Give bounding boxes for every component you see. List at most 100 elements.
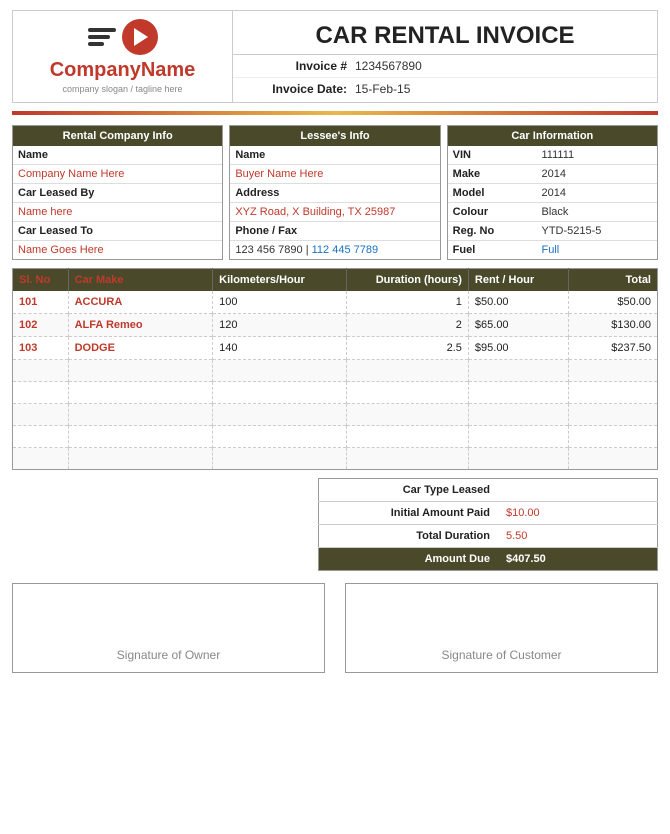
company-name-part1: Company [50,59,141,81]
item-rent-1: $50.00 [468,291,568,314]
ls-phone2: 112 445 7789 [312,244,378,256]
total-label-due: Amount Due [319,548,498,571]
rc-label-leased-to: Car Leased To [13,222,222,241]
logo-section: CompanyName company slogan / tagline her… [13,11,233,102]
company-name: CompanyName [50,59,196,82]
ls-row-4: XYZ Road, X Building, TX 25987 [230,203,439,222]
total-row-due: Amount Due $407.50 [319,548,658,571]
ls-phone1: 123 456 7890 [235,244,302,256]
invoice-number-value: 1234567890 [355,59,422,73]
logo-icon [88,19,158,55]
rc-row-5: Car Leased To [13,222,222,241]
car-info-box: Car Information VIN 111111 Make 2014 Mod… [447,125,658,260]
ci-row-regno: Reg. No YTD-5215-5 [448,222,657,241]
rental-company-table: Name Company Name Here Car Leased By Nam… [13,146,222,259]
ci-row-vin: VIN 111111 [448,146,657,165]
logo-line-2 [88,35,110,39]
item-rent-2: $65.00 [468,314,568,337]
play-icon [134,28,148,46]
rc-value-company: Company Name Here [13,165,222,184]
ci-key-fuel: Fuel [448,241,537,260]
ls-label-name: Name [230,146,439,165]
ls-row-2: Buyer Name Here [230,165,439,184]
total-label-duration: Total Duration [319,525,498,548]
item-kmh-3: 140 [213,337,346,360]
item-row-empty-1 [13,360,658,382]
ls-row-5: Phone / Fax [230,222,439,241]
invoice-date-value: 15-Feb-15 [355,82,410,96]
items-header-row: Sl. No Car Make Kilometers/Hour Duration… [13,269,658,292]
ls-value-name: Buyer Name Here [230,165,439,184]
invoice-date-label: Invoice Date: [245,82,355,96]
total-row-initial: Initial Amount Paid $10.00 [319,502,658,525]
company-name-part2: Name [141,59,195,81]
item-sl-1: 101 [13,291,69,314]
total-row-duration: Total Duration 5.50 [319,525,658,548]
invoice-fields: Invoice # 1234567890 Invoice Date: 15-Fe… [233,55,657,100]
ls-value-phone: 123 456 7890 | 112 445 7789 [230,241,439,260]
invoice-number-row: Invoice # 1234567890 [233,55,657,78]
totals-section: Car Type Leased Initial Amount Paid $10.… [12,478,658,571]
total-value-initial: $10.00 [498,502,658,525]
ci-key-model: Model [448,184,537,203]
lessee-header: Lessee's Info [230,126,439,146]
item-rent-3: $95.00 [468,337,568,360]
car-info-header: Car Information [448,126,657,146]
lessee-table: Name Buyer Name Here Address XYZ Road, X… [230,146,439,259]
th-kmh: Kilometers/Hour [213,269,346,292]
ci-row-fuel: Fuel Full [448,241,657,260]
item-total-3: $237.50 [568,337,657,360]
header-title: CAR RENTAL INVOICE Invoice # 1234567890 … [233,11,657,102]
total-label-car-type: Car Type Leased [319,479,498,502]
item-kmh-1: 100 [213,291,346,314]
item-dur-3: 2.5 [346,337,468,360]
ls-row-1: Name [230,146,439,165]
ci-val-model: 2014 [537,184,657,203]
ci-val-fuel: Full [537,241,657,260]
rc-value-leased-to: Name Goes Here [13,241,222,260]
header: CompanyName company slogan / tagline her… [12,10,658,103]
item-sl-2: 102 [13,314,69,337]
items-section: Sl. No Car Make Kilometers/Hour Duration… [12,268,658,470]
page: CompanyName company slogan / tagline her… [0,0,670,683]
accent-bar [12,111,658,115]
logo-lines [88,28,116,46]
company-slogan: company slogan / tagline here [62,84,182,94]
ls-label-phone: Phone / Fax [230,222,439,241]
signature-customer-label: Signature of Customer [441,648,561,662]
ci-val-vin: 111111 [537,146,657,165]
ci-key-vin: VIN [448,146,537,165]
item-row-empty-3 [13,404,658,426]
car-info-table: VIN 111111 Make 2014 Model 2014 Colour B… [448,146,657,259]
items-body: 101 ACCURA 100 1 $50.00 $50.00 102 ALFA … [13,291,658,470]
item-row-empty-4 [13,426,658,448]
item-make-1: ACCURA [68,291,213,314]
item-total-2: $130.00 [568,314,657,337]
rc-row-3: Car Leased By [13,184,222,203]
item-dur-1: 1 [346,291,468,314]
th-dur: Duration (hours) [346,269,468,292]
logo-line-1 [88,28,116,32]
total-label-initial: Initial Amount Paid [319,502,498,525]
rc-row-1: Name [13,146,222,165]
ls-label-address: Address [230,184,439,203]
ls-row-6: 123 456 7890 | 112 445 7789 [230,241,439,260]
rc-label-1: Name [13,146,222,165]
th-total: Total [568,269,657,292]
invoice-title: CAR RENTAL INVOICE [233,14,657,55]
rental-company-box: Rental Company Info Name Company Name He… [12,125,223,260]
lessee-box: Lessee's Info Name Buyer Name Here Addre… [229,125,440,260]
ci-key-make: Make [448,165,537,184]
item-make-3: DODGE [68,337,213,360]
totals-table: Car Type Leased Initial Amount Paid $10.… [318,478,658,571]
signature-owner-box: Signature of Owner [12,583,325,673]
signature-owner-label: Signature of Owner [117,648,220,662]
total-value-car-type [498,479,658,502]
ci-key-colour: Colour [448,203,537,222]
ls-row-3: Address [230,184,439,203]
ci-row-colour: Colour Black [448,203,657,222]
item-kmh-2: 120 [213,314,346,337]
rc-label-leased-by: Car Leased By [13,184,222,203]
signature-section: Signature of Owner Signature of Customer [12,583,658,673]
ci-val-make: 2014 [537,165,657,184]
